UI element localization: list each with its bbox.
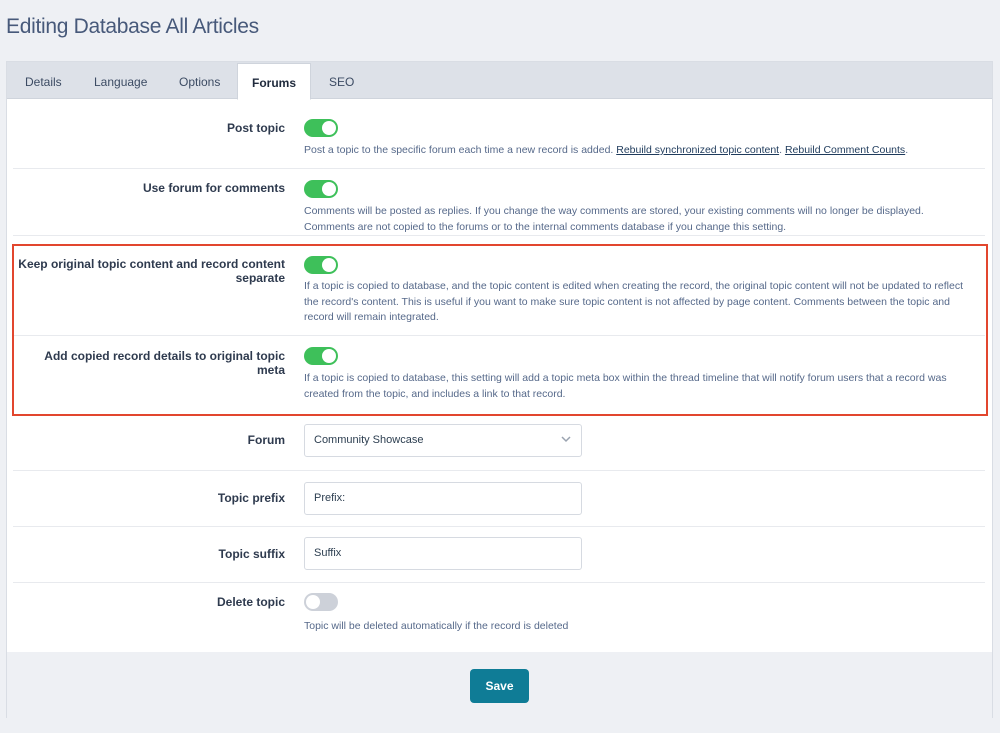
setting-row-suffix: Topic suffix Suffix [13, 527, 985, 583]
setting-row-delete-topic: Delete topic Topic will be deleted autom… [13, 583, 985, 652]
toggle-knob [322, 182, 336, 196]
delete-topic-label: Delete topic [216, 595, 285, 609]
tab-forums[interactable]: Forums [237, 63, 311, 100]
forum-label: Forum [247, 433, 285, 447]
chevron-down-icon [559, 433, 573, 447]
tab-bar: Details Language Options Forums SEO [7, 62, 992, 100]
prefix-input[interactable]: Prefix: [304, 482, 582, 515]
prefix-label: Topic prefix [217, 491, 285, 505]
forum-comments-help: Comments will be posted as replies. If y… [304, 205, 924, 233]
setting-row-post-topic: Post topic Post a topic to the specific … [13, 100, 985, 169]
delete-topic-help: Topic will be deleted automatically if t… [304, 620, 569, 632]
tab-language[interactable]: Language [94, 62, 147, 99]
post-topic-help: Post a topic to the specific forum each … [304, 144, 909, 156]
save-button[interactable]: Save [470, 669, 529, 703]
tab-options[interactable]: Options [179, 62, 220, 99]
rebuild-topic-content-link[interactable]: Rebuild synchronized topic content [616, 144, 779, 156]
forum-select[interactable]: Community Showcase [304, 424, 582, 457]
form-footer: Save [7, 652, 992, 718]
setting-row-prefix: Topic prefix Prefix: [13, 471, 985, 527]
delete-topic-toggle[interactable] [304, 593, 338, 611]
page-title: Editing Database All Articles [6, 15, 259, 38]
forum-select-value: Community Showcase [314, 434, 424, 446]
highlight-box [12, 244, 988, 416]
post-topic-help-text: Post a topic to the specific forum each … [304, 144, 614, 156]
settings-panel: Details Language Options Forums SEO Post… [6, 61, 993, 718]
tab-seo[interactable]: SEO [329, 62, 354, 99]
rebuild-comment-counts-link[interactable]: Rebuild Comment Counts [785, 144, 905, 156]
forum-comments-label: Use forum for comments [142, 181, 285, 195]
toggle-knob [322, 121, 336, 135]
post-topic-toggle[interactable] [304, 119, 338, 137]
post-topic-label: Post topic [226, 121, 285, 135]
toggle-knob [306, 595, 320, 609]
tab-details[interactable]: Details [25, 62, 62, 99]
suffix-input[interactable]: Suffix [304, 537, 582, 570]
forum-comments-toggle[interactable] [304, 180, 338, 198]
setting-row-forum: Forum Community Showcase [13, 416, 985, 471]
setting-row-forum-comments: Use forum for comments Comments will be … [13, 169, 985, 236]
suffix-label: Topic suffix [218, 547, 285, 561]
